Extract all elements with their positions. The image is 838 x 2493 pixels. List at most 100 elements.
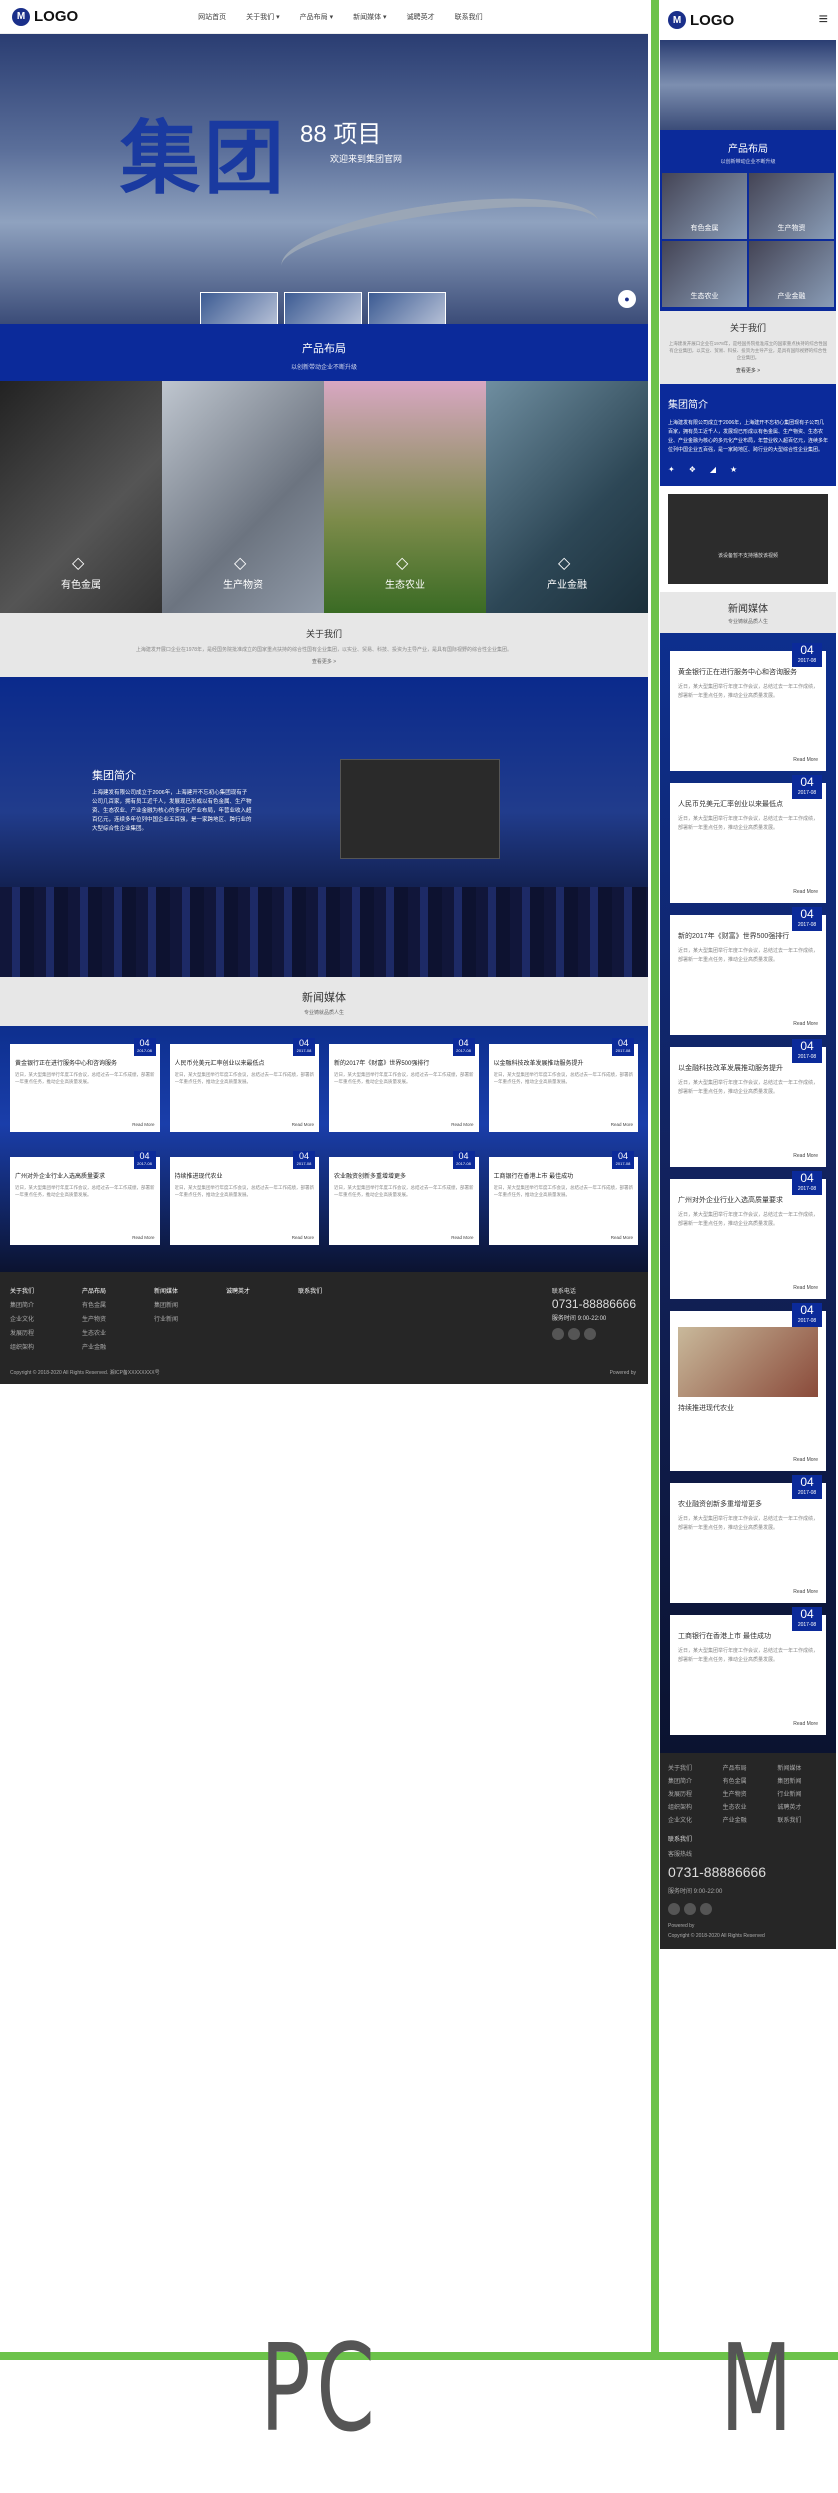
news-card[interactable]: 04 2017-08 以金融科技改革发展推动服务提升 近日，某大型集团举行年度工作会议… — [488, 1038, 638, 1132]
mobile-hero — [660, 40, 836, 130]
news-header: 新闻媒体 专业铸就品质人生 — [0, 977, 648, 1026]
mobile-card-finance[interactable]: 产业金融 — [749, 241, 834, 307]
news-card[interactable]: 04 2017-08 持续推进现代农业 Read More — [670, 1303, 826, 1471]
hero-bridge-image — [275, 182, 605, 306]
divider-horizontal — [0, 2352, 838, 2360]
read-more-link[interactable]: Read More — [611, 1122, 633, 1127]
read-more-link[interactable]: Read More — [793, 757, 818, 763]
menu-item-products[interactable]: 产品布局 ▾ — [300, 12, 333, 22]
mobile-video[interactable]: 该设备暂不支持播放该视频 — [668, 494, 828, 584]
news-card[interactable]: 04 2017-08 人民币兑美元汇率创业以来最低点 近日，某大型集团举行年度工作会议… — [169, 1038, 319, 1132]
diamond-icon: ◇ — [396, 555, 409, 572]
news-date: 04 2017-08 — [612, 1038, 634, 1056]
menu-item-home[interactable]: 网站首页 — [198, 12, 226, 22]
footer-col-about: 关于我们 集团简介 企业文化 发展历程 组织架构 — [10, 1289, 35, 1351]
read-more-link[interactable]: Read More — [132, 1122, 154, 1127]
mobile-card-metals[interactable]: 有色金属 — [662, 173, 747, 239]
wechat-icon[interactable] — [684, 1903, 696, 1915]
wechat-icon[interactable]: ● — [618, 290, 636, 308]
news-card[interactable]: 04 2017-08 工商银行在香港上市 最佳成功 近日，某大型集团举行年度工作会议，… — [670, 1607, 826, 1735]
mobile-card-agriculture[interactable]: 生态农业 — [662, 241, 747, 307]
news-date: 04 2017-08 — [452, 1038, 475, 1056]
mobile-footer: 关于我们 产品布局 新闻媒体 集团简介 有色金属 集团新闻 发展历程 生产物资 行业新闻 组… — [660, 1753, 836, 1949]
hero-banner: 集团 88 项目 欢迎来到集团官网 ● — [0, 34, 648, 324]
product-card-materials[interactable]: ◇ 生产物资 — [162, 381, 324, 613]
news-card[interactable]: 04 2017-08 农业融资创新多重增增更多 近日，某大型集团举行年度工作会议，总结… — [670, 1475, 826, 1603]
read-more-link[interactable]: Read More — [793, 1721, 818, 1727]
product-card-metals[interactable]: ◇ 有色金属 — [0, 381, 162, 613]
read-more-link[interactable]: Read More — [611, 1235, 633, 1240]
news-card[interactable]: 04 2017-08 黄金银行正在进行服务中心和咨询服务 近日，某大型集团举行年度工作… — [670, 643, 826, 771]
mobile-logo[interactable]: M LOGO — [668, 11, 734, 29]
read-more-link[interactable]: Read More — [793, 1457, 818, 1463]
weibo-icon[interactable] — [668, 1903, 680, 1915]
news-date: 04 2017-08 — [133, 1038, 156, 1056]
hero-thumb-2[interactable] — [284, 292, 362, 324]
read-more-link[interactable]: Read More — [451, 1122, 473, 1127]
read-more-link[interactable]: Read More — [793, 1021, 818, 1027]
news-date: 04 2017-08 — [293, 1038, 315, 1056]
footer-copyright: Copyright © 2018-2020 All Rights Reserve… — [10, 1370, 160, 1376]
divider-vertical — [651, 0, 659, 2360]
group-video-player[interactable] — [340, 759, 500, 859]
footer-col-news: 新闻媒体 集团新闻 行业新闻 — [154, 1289, 179, 1323]
hero-thumb-1[interactable] — [200, 292, 278, 324]
news-date: 04 2017-08 — [133, 1151, 156, 1169]
news-card[interactable]: 04 2017-08 工商银行在香港上市 最佳成功 近日，某大型集团举行年度工作会议，… — [488, 1151, 638, 1245]
read-more-link[interactable]: Read More — [793, 1589, 818, 1595]
mobile-news-list: 04 2017-08 黄金银行正在进行服务中心和咨询服务 近日，某大型集团举行年度工作… — [660, 633, 836, 1753]
mobile-products: 产品布局 以创新带动企业不断升级 有色金属 生产物资 生态农业 产业金融 — [660, 130, 836, 311]
mobile-card-materials[interactable]: 生产物资 — [749, 173, 834, 239]
footer-col-jobs: 诚聘英才 — [226, 1289, 251, 1295]
read-more-link[interactable]: Read More — [793, 889, 818, 895]
chart-icon[interactable]: ◢ — [710, 465, 716, 474]
news-card[interactable]: 04 2017-08 广州对外企业行业入选高质量要求 近日，某大型集团举行年度工作会议… — [10, 1151, 160, 1245]
news-card[interactable]: 04 2017-08 农业融资创新多重增增更多 近日，某大型集团举行年度工作会议，总结… — [329, 1151, 479, 1245]
star-icon[interactable]: ★ — [730, 465, 737, 474]
read-more-link[interactable]: Read More — [793, 1285, 818, 1291]
product-card-agriculture[interactable]: ◇ 生态农业 — [324, 381, 486, 613]
footer-col-contact: 联系我们 — [298, 1289, 323, 1295]
footer-contact: 联系电话 0731-88886666 服务时间 9:00-22:00 — [551, 1286, 636, 1340]
menu-item-jobs[interactable]: 诚聘英才 — [407, 12, 435, 22]
menu-icon[interactable]: ≡ — [819, 11, 828, 29]
news-card[interactable]: 04 2017-08 持续推进现代农业 近日，某大型集团举行年度工作会议，总结过去一年… — [169, 1151, 319, 1245]
menu-item-news[interactable]: 新闻媒体 ▾ — [353, 12, 386, 22]
menu-item-about[interactable]: 关于我们 ▾ — [246, 12, 279, 22]
qq-icon[interactable] — [583, 1328, 596, 1340]
read-more-link[interactable]: Read More — [451, 1235, 473, 1240]
pc-logo[interactable]: M LOGO — [12, 7, 78, 26]
qq-icon[interactable] — [700, 1903, 712, 1915]
mobile-group: 集团简介 上海建发有限公司成立于2006年，上海建开不忘初心集团现有子公司几百家… — [660, 384, 836, 486]
news-card[interactable]: 04 2017-08 以金融科技改革发展推动服务提升 近日，某大型集团举行年度工作会议… — [670, 1039, 826, 1167]
weibo-icon[interactable] — [551, 1328, 564, 1340]
product-card-finance[interactable]: ◇ 产业金融 — [486, 381, 648, 613]
mobile-about-more[interactable]: 查看更多 > — [668, 367, 828, 374]
read-more-link[interactable]: Read More — [793, 1153, 818, 1159]
about-section: 关于我们 上海建发开展口企业在1978年，是经国务院批准成立的国家重点扶持的综合… — [0, 613, 648, 677]
news-card[interactable]: 04 2017-08 人民币兑美元汇率创业以来最低点 近日，某大型集团举行年度工作会议… — [670, 775, 826, 903]
read-more-link[interactable]: Read More — [132, 1235, 154, 1240]
wechat-icon[interactable] — [567, 1328, 580, 1340]
hero-thumb-3[interactable] — [368, 292, 446, 324]
leaf-icon[interactable]: ❖ — [689, 465, 696, 474]
news-card[interactable]: 04 2017-08 黄金银行正在进行服务中心和咨询服务 近日，某大型集团举行年度工作… — [10, 1038, 160, 1132]
about-title: 关于我们 — [305, 629, 342, 639]
news-card[interactable]: 04 2017-08 新的2017年《财富》世界500强排行 近日，某大型集团举行年度… — [329, 1038, 479, 1132]
footer-powered: Powered by — [609, 1370, 636, 1376]
pc-view: M LOGO 网站首页 关于我们 ▾ 产品布局 ▾ 新闻媒体 ▾ 诚聘英才 联系我… — [0, 0, 648, 2360]
menu-item-contact[interactable]: 联系我们 — [455, 12, 483, 22]
diamond-icon: ◇ — [558, 555, 571, 572]
news-date: 04 2017-08 — [612, 1151, 634, 1169]
label-pc: PC — [260, 2320, 381, 2459]
about-more-link[interactable]: 查看更多 > — [0, 658, 648, 665]
news-card[interactable]: 04 2017-08 新的2017年《财富》世界500强排行 近日，某大型集团举行年度… — [670, 907, 826, 1035]
link-icon[interactable]: ✦ — [668, 465, 675, 474]
news-date: 04 2017-08 — [293, 1151, 315, 1169]
group-title: 集团简介 — [92, 770, 136, 782]
read-more-link[interactable]: Read More — [292, 1122, 314, 1127]
about-text: 上海建发开展口企业在1978年，是经国务院批准成立的国家重点扶持的综合性国有企业… — [135, 647, 513, 653]
news-card[interactable]: 04 2017-08 广州对外企业行业入选高质量要求 近日，某大型集团举行年度工作会议… — [670, 1171, 826, 1299]
read-more-link[interactable]: Read More — [292, 1235, 314, 1240]
pc-footer: 关于我们 集团简介 企业文化 发展历程 组织架构 产品布局 有色金属 生产物资 生态农业 产业金… — [0, 1272, 648, 1384]
